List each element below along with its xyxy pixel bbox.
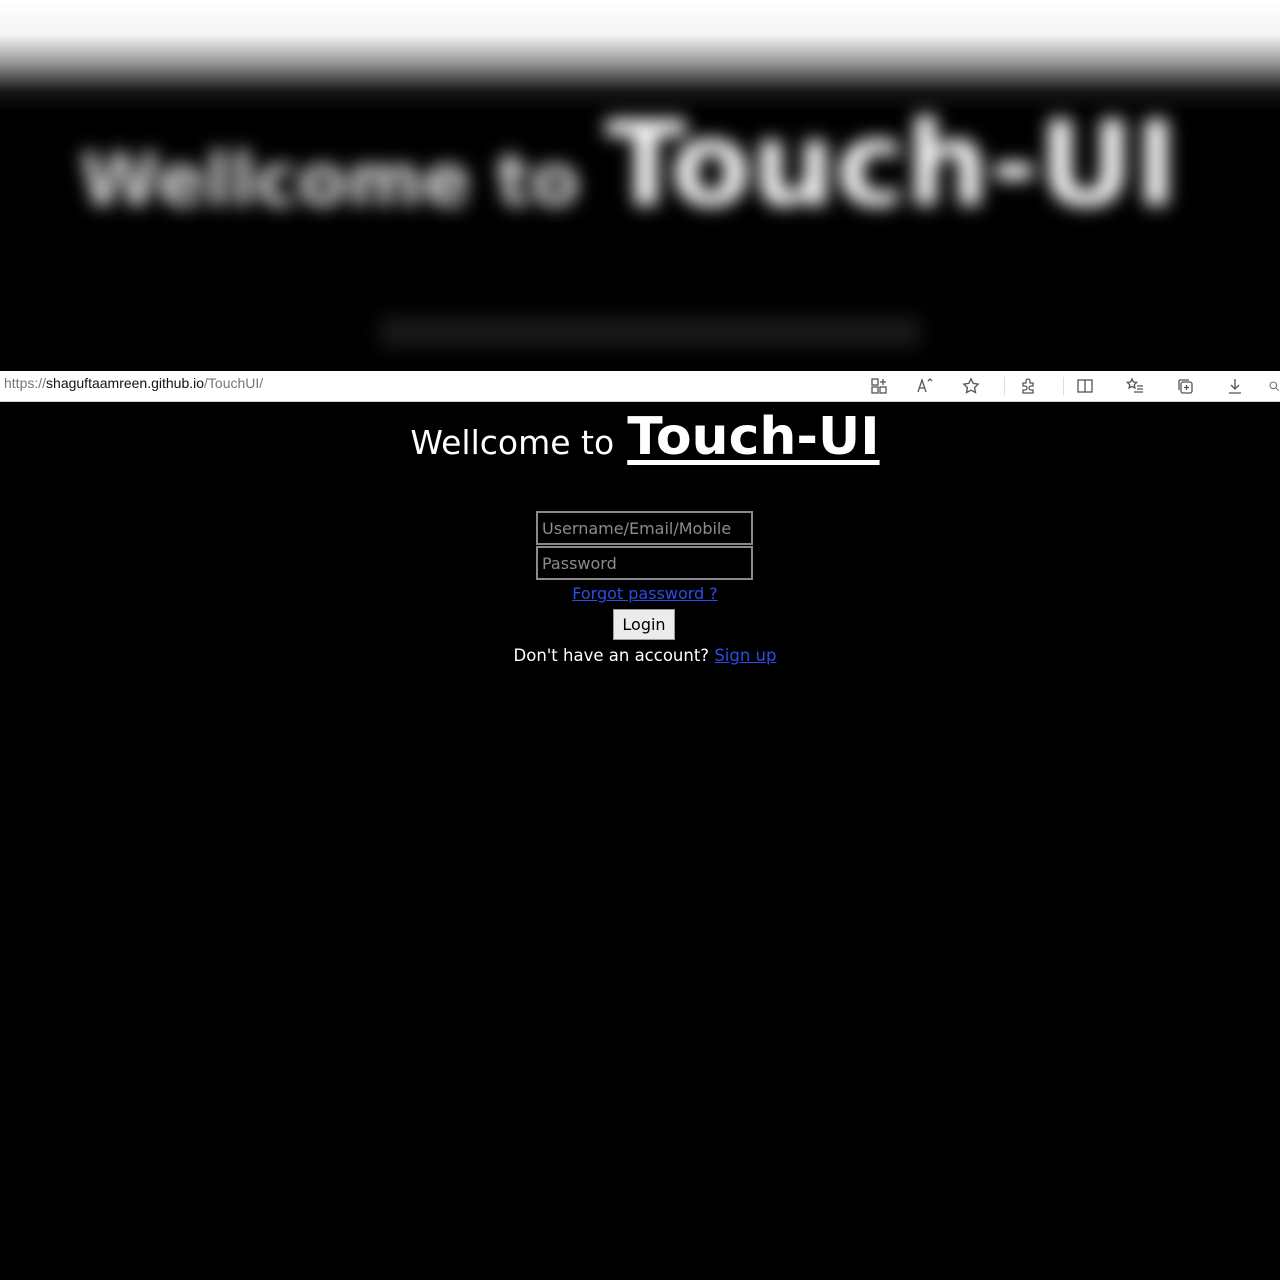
blurred-heading-prefix: Wellcome to <box>80 138 580 222</box>
favorites-list-icon[interactable] <box>1124 375 1146 397</box>
collections-icon[interactable] <box>1174 375 1196 397</box>
more-icon[interactable] <box>1268 375 1280 397</box>
no-account-text: Don't have an account? <box>513 646 710 665</box>
browser-toolbar <box>868 371 1280 401</box>
read-aloud-icon[interactable] <box>914 375 936 397</box>
toolbar-divider <box>1063 377 1064 395</box>
app-grid-icon[interactable] <box>868 375 890 397</box>
favorite-star-icon[interactable] <box>960 375 982 397</box>
signup-link[interactable]: Sign up <box>714 646 776 665</box>
login-form <box>536 511 754 581</box>
url-scheme: https:// <box>4 375 47 391</box>
url-domain: shaguftaamreen.github.io <box>46 375 205 391</box>
brand-title: Touch-UI <box>627 407 880 467</box>
split-screen-icon[interactable] <box>1074 375 1096 397</box>
blurred-heading-brand: Touch-UI <box>605 95 1179 233</box>
blurred-heading: Wellcome to Touch-UI <box>80 95 1178 233</box>
login-button-wrapper: Login <box>613 609 675 640</box>
forgot-password-row: Forgot password ? <box>0 584 1280 603</box>
welcome-text: Wellcome to <box>410 423 615 462</box>
password-input[interactable] <box>536 546 753 580</box>
login-page: Wellcome to Touch-UI Forgot password ? L… <box>0 403 1280 1280</box>
blurred-previous-page: Wellcome to Touch-UI <box>0 0 1280 371</box>
login-button[interactable]: Login <box>613 609 675 640</box>
signup-row: Don't have an account? Sign up <box>0 646 1280 665</box>
page-title: Wellcome to Touch-UI <box>0 407 1280 467</box>
url-text[interactable]: https://shaguftaamreen.github.io/TouchUI… <box>4 373 263 393</box>
extensions-icon[interactable] <box>1017 375 1039 397</box>
blurred-form-row <box>380 318 920 346</box>
browser-address-bar[interactable]: https://shaguftaamreen.github.io/TouchUI… <box>0 371 1280 402</box>
username-input[interactable] <box>536 511 753 545</box>
toolbar-divider <box>1004 377 1005 395</box>
url-path: /TouchUI/ <box>204 375 264 391</box>
forgot-password-link[interactable]: Forgot password ? <box>572 584 718 603</box>
downloads-icon[interactable] <box>1224 375 1246 397</box>
